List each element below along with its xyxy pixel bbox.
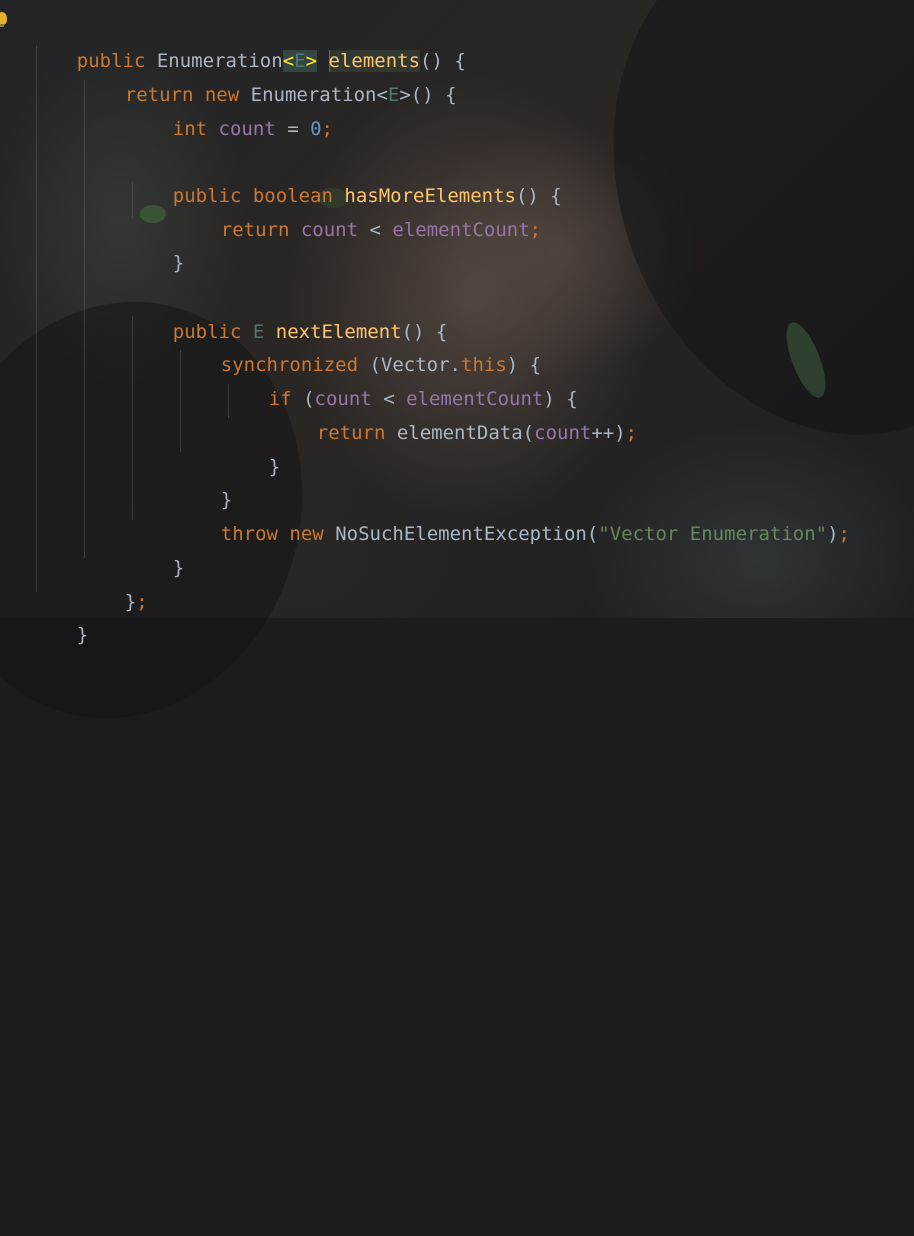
string-literal: "Vector Enumeration" — [598, 522, 828, 545]
code-editor[interactable]: public Enumeration<E> elements() { retur… — [0, 0, 914, 646]
code-line[interactable]: } — [127, 518, 184, 579]
code-line[interactable]: } — [175, 450, 232, 511]
code-line[interactable]: public boolean hasMoreElements() { — [127, 146, 562, 207]
code-line[interactable]: return new Enumeration<E>() { — [79, 45, 457, 106]
code-line[interactable]: public E nextElement() { — [127, 282, 448, 343]
indent-guide — [84, 80, 85, 558]
code-line[interactable]: return elementData(count++); — [271, 383, 637, 444]
code-line[interactable]: } — [223, 417, 280, 478]
code-line[interactable]: if (count < elementCount) { — [223, 349, 578, 410]
code-line[interactable]: synchronized (Vector.this) { — [175, 315, 541, 376]
code-line[interactable]: } — [127, 213, 184, 274]
code-line[interactable]: }; — [79, 552, 148, 613]
code-line[interactable]: } — [31, 585, 88, 646]
code-line[interactable]: int count = 0; — [127, 79, 333, 140]
code-line[interactable]: return count < elementCount; — [175, 180, 541, 241]
code-line[interactable]: public Enumeration<E> elements() { — [31, 11, 466, 73]
code-line[interactable]: throw new NoSuchElementException("Vector… — [175, 484, 850, 545]
indent-guide — [36, 46, 37, 592]
